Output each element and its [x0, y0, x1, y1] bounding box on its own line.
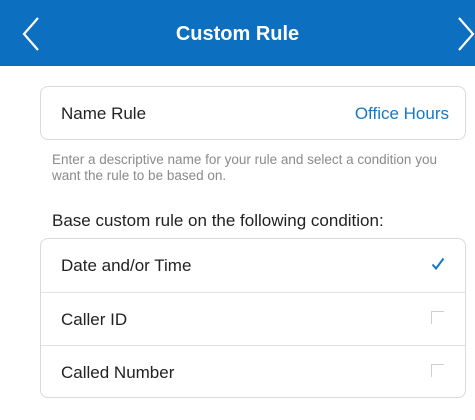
condition-label-date-time: Date and/or Time: [61, 256, 192, 275]
content-area: Name Rule Office Hours Enter a descripti…: [0, 66, 475, 420]
condition-label-called-number: Called Number: [61, 363, 175, 382]
chevron-right-icon: [458, 17, 475, 51]
header-bar: Custom Rule: [0, 0, 475, 66]
forward-button[interactable]: [455, 12, 475, 56]
checkmark-icon: [431, 257, 445, 271]
condition-row-caller-id[interactable]: Caller ID: [41, 292, 465, 346]
condition-row-called-number[interactable]: Called Number: [41, 345, 465, 399]
checkbox-icon[interactable]: [431, 364, 444, 377]
condition-list: Date and/or Time Caller ID Called Number: [40, 238, 466, 398]
name-rule-value[interactable]: Office Hours: [355, 87, 449, 141]
name-rule-label: Name Rule: [61, 104, 147, 123]
page-title: Custom Rule: [175, 23, 300, 45]
condition-row-date-time[interactable]: Date and/or Time: [41, 239, 465, 292]
name-rule-row[interactable]: Name Rule Office Hours: [40, 86, 466, 140]
condition-heading: Base custom rule on the following condit…: [52, 211, 384, 230]
hint-text: Enter a descriptive name for your rule a…: [52, 152, 437, 183]
checkbox-icon[interactable]: [431, 311, 444, 324]
condition-label-caller-id: Caller ID: [61, 310, 128, 329]
